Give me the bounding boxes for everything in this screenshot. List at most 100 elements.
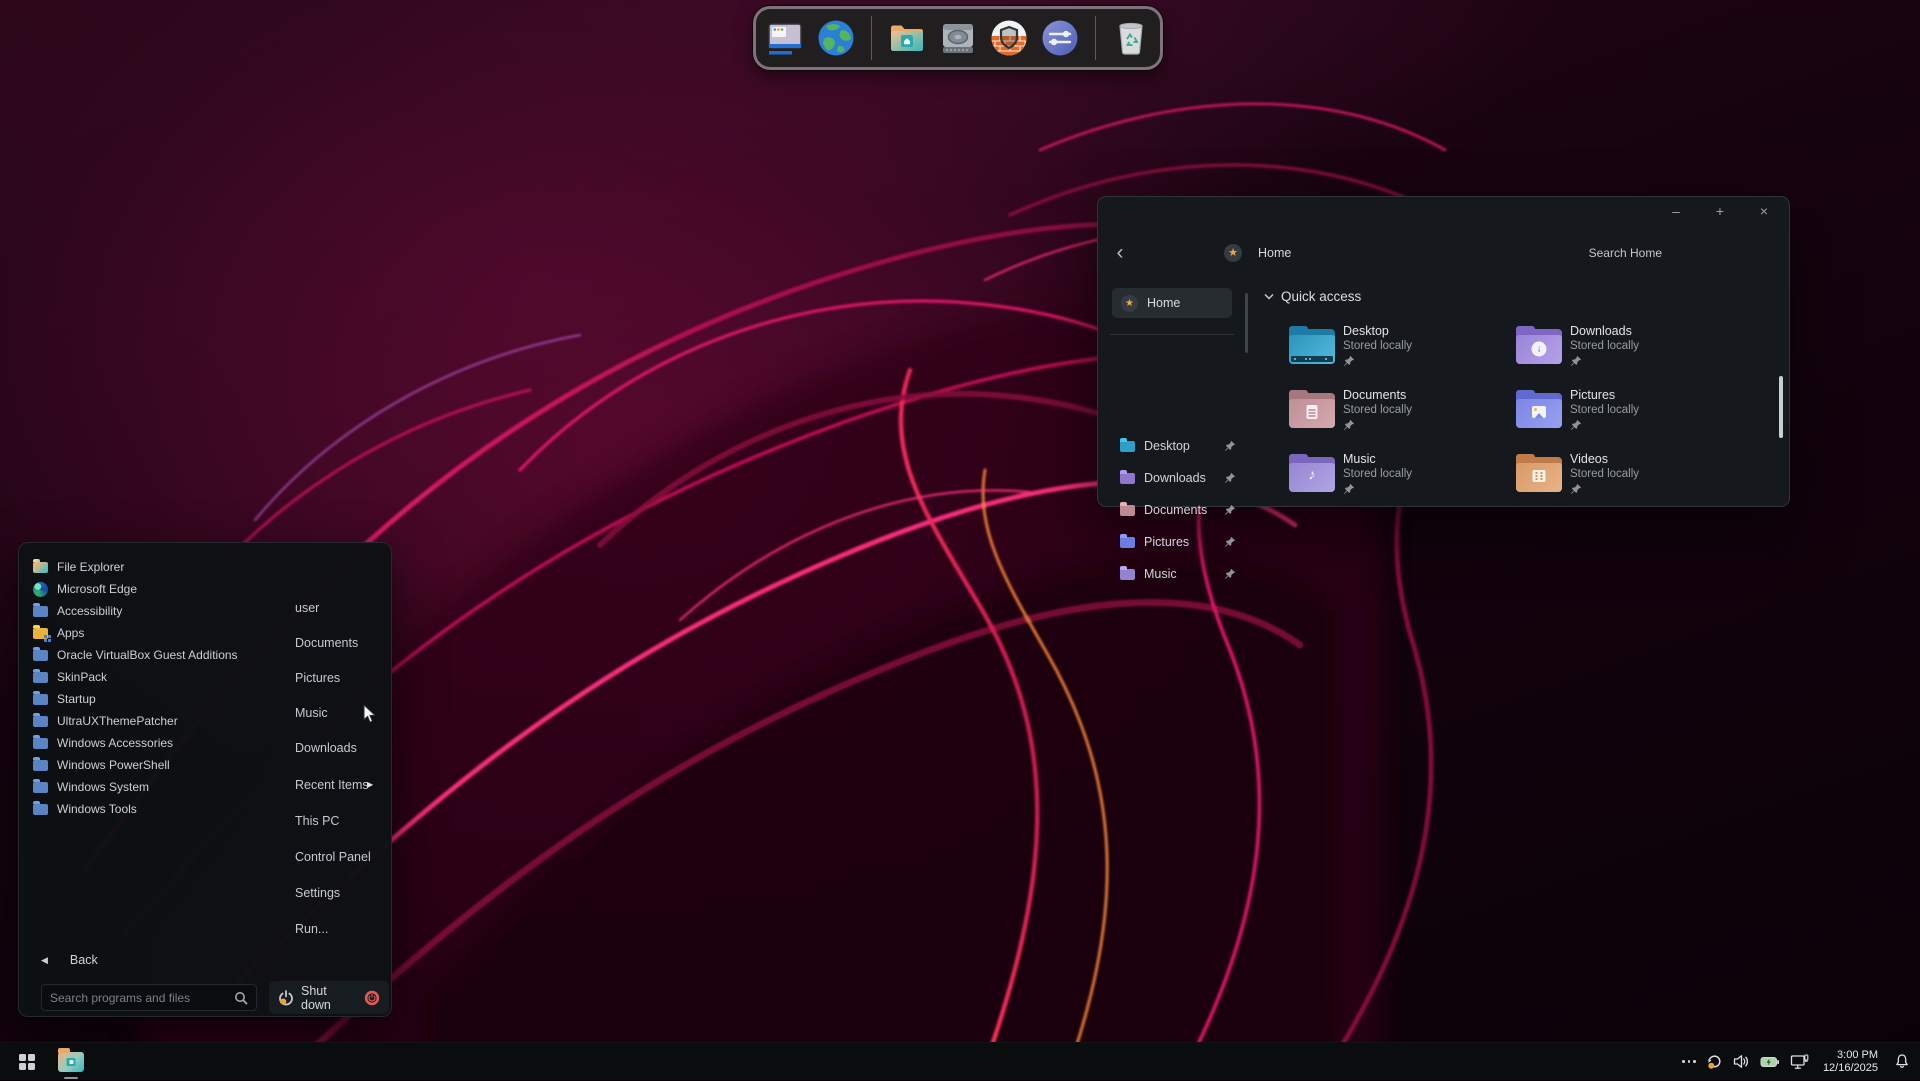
sidebar-item-pictures[interactable]: Pictures bbox=[1120, 531, 1236, 553]
start-menu-back[interactable]: ◀ Back bbox=[41, 950, 98, 970]
sidebar-home-label: Home bbox=[1147, 296, 1180, 310]
start-menu-app-windows-system[interactable]: Windows System bbox=[33, 776, 263, 798]
quick-access-header[interactable]: Quick access bbox=[1264, 289, 1361, 304]
quick-access-item-desktop[interactable]: Desktop Stored locally bbox=[1289, 324, 1499, 376]
quick-access-item-music[interactable]: ♪ Music Stored locally bbox=[1289, 452, 1499, 504]
start-menu-app-accessibility[interactable]: Accessibility bbox=[33, 600, 263, 622]
start-menu-user[interactable]: user bbox=[295, 598, 319, 618]
start-menu-search[interactable] bbox=[41, 984, 257, 1011]
folder-icon bbox=[33, 716, 48, 727]
search-box[interactable]: Search Home bbox=[1589, 246, 1662, 260]
start-menu-app-ultrauxthemepatcher[interactable]: UltraUXThemePatcher bbox=[33, 710, 263, 732]
pin-icon[interactable] bbox=[1224, 472, 1236, 484]
battery-icon[interactable] bbox=[1760, 1055, 1780, 1069]
maximize-button[interactable]: + bbox=[1711, 201, 1729, 221]
app-label: Windows Tools bbox=[57, 802, 137, 816]
folder-icon bbox=[1120, 537, 1135, 548]
recycle-bin-icon[interactable] bbox=[1109, 16, 1153, 60]
home-star-icon: ★ bbox=[1224, 244, 1242, 262]
pin-icon[interactable] bbox=[1224, 568, 1236, 580]
shutdown-button[interactable]: Shut down bbox=[269, 981, 389, 1014]
app-label: SkinPack bbox=[57, 670, 107, 684]
folder-icon bbox=[1120, 473, 1135, 484]
folder-icon bbox=[33, 694, 48, 705]
folder-icon bbox=[33, 738, 48, 749]
start-menu-control-panel[interactable]: Control Panel bbox=[295, 847, 371, 867]
sidebar-item-desktop[interactable]: Desktop bbox=[1120, 435, 1236, 457]
start-menu-run[interactable]: Run... bbox=[295, 919, 328, 939]
display-network-icon[interactable] bbox=[1790, 1054, 1809, 1070]
start-menu-settings[interactable]: Settings bbox=[295, 883, 340, 903]
videos-folder-icon bbox=[1516, 454, 1562, 492]
close-button[interactable]: × bbox=[1755, 201, 1773, 221]
start-menu-music[interactable]: Music bbox=[295, 703, 328, 723]
search-input[interactable] bbox=[42, 991, 234, 1005]
firewall-icon[interactable] bbox=[987, 16, 1031, 60]
apps-folder-icon bbox=[33, 628, 48, 639]
explorer-sidebar: ★ Home Desktop Downloads Documents Pictu… bbox=[1098, 277, 1250, 498]
sync-icon[interactable] bbox=[1706, 1053, 1723, 1070]
address-location[interactable]: Home bbox=[1258, 246, 1291, 260]
start-menu-app-file-explorer[interactable]: File Explorer bbox=[33, 556, 263, 578]
quick-access-item-downloads[interactable]: ↓ Downloads Stored locally bbox=[1516, 324, 1726, 376]
pin-icon bbox=[1570, 483, 1582, 495]
taskbar-file-explorer[interactable] bbox=[52, 1043, 90, 1081]
start-menu-app-windows-powershell[interactable]: Windows PowerShell bbox=[33, 754, 263, 776]
home-folder-icon[interactable] bbox=[885, 16, 929, 60]
browser-globe-icon[interactable] bbox=[814, 16, 858, 60]
pin-icon[interactable] bbox=[1224, 504, 1236, 516]
item-name: Desktop bbox=[1343, 324, 1412, 338]
content-scrollbar[interactable] bbox=[1779, 376, 1783, 438]
notification-bell-icon[interactable] bbox=[1894, 1053, 1910, 1070]
start-menu-downloads[interactable]: Downloads bbox=[295, 738, 357, 758]
folder-icon bbox=[33, 672, 48, 683]
start-menu-app-windows-tools[interactable]: Windows Tools bbox=[33, 798, 263, 820]
folder-icon bbox=[33, 606, 48, 617]
sidebar-item-music[interactable]: Music bbox=[1120, 563, 1236, 585]
tray-overflow-icon[interactable] bbox=[1682, 1060, 1696, 1063]
chevron-down-icon bbox=[1264, 293, 1274, 300]
quick-access-item-documents[interactable]: Documents Stored locally bbox=[1289, 388, 1499, 440]
volume-icon[interactable] bbox=[1733, 1054, 1750, 1069]
sidebar-item-documents[interactable]: Documents bbox=[1120, 499, 1236, 521]
start-menu-recent-items[interactable]: Recent Items bbox=[295, 775, 369, 795]
start-menu-app-apps[interactable]: Apps bbox=[33, 622, 263, 644]
start-menu-documents[interactable]: Documents bbox=[295, 633, 358, 653]
quick-access-item-pictures[interactable]: Pictures Stored locally bbox=[1516, 388, 1726, 440]
start-menu-app-windows-accessories[interactable]: Windows Accessories bbox=[33, 732, 263, 754]
clock[interactable]: 3:00 PM 12/16/2025 bbox=[1823, 1049, 1878, 1075]
app-label: UltraUXThemePatcher bbox=[57, 714, 178, 728]
folder-icon bbox=[1120, 505, 1135, 516]
start-menu-pictures[interactable]: Pictures bbox=[295, 668, 340, 688]
section-title: Quick access bbox=[1281, 289, 1361, 304]
pin-icon bbox=[1343, 419, 1355, 431]
pin-icon[interactable] bbox=[1224, 440, 1236, 452]
sidebar-item-downloads[interactable]: Downloads bbox=[1120, 467, 1236, 489]
minimize-button[interactable]: – bbox=[1667, 201, 1685, 221]
app-label: Startup bbox=[57, 692, 96, 706]
start-menu-app-skinpack[interactable]: SkinPack bbox=[33, 666, 263, 688]
start-menu-app-virtualbox-additions[interactable]: Oracle VirtualBox Guest Additions bbox=[33, 644, 263, 666]
system-tray: 3:00 PM 12/16/2025 bbox=[1682, 1049, 1920, 1075]
app-label: Oracle VirtualBox Guest Additions bbox=[57, 648, 238, 662]
music-folder-icon: ♪ bbox=[1289, 454, 1335, 492]
pin-icon[interactable] bbox=[1224, 536, 1236, 548]
sidebar-item-home[interactable]: ★ Home bbox=[1112, 288, 1232, 318]
start-button[interactable] bbox=[8, 1043, 46, 1081]
display-settings-icon[interactable] bbox=[763, 16, 807, 60]
hard-drive-icon[interactable] bbox=[936, 16, 980, 60]
sidebar-scrollbar[interactable] bbox=[1245, 293, 1248, 353]
pin-icon bbox=[1343, 483, 1355, 495]
back-button[interactable]: ‹ bbox=[1108, 241, 1132, 265]
file-explorer-icon bbox=[33, 562, 48, 573]
back-arrow-icon: ◀ bbox=[41, 955, 48, 966]
settings-sliders-icon[interactable] bbox=[1038, 16, 1082, 60]
start-menu-app-microsoft-edge[interactable]: Microsoft Edge bbox=[33, 578, 263, 600]
start-menu-this-pc[interactable]: This PC bbox=[295, 811, 339, 831]
start-menu-app-startup[interactable]: Startup bbox=[33, 688, 263, 710]
explorer-navbar: ‹ ★ Home Search Home bbox=[1098, 239, 1789, 267]
quick-access-item-videos[interactable]: Videos Stored locally bbox=[1516, 452, 1726, 504]
item-subtitle: Stored locally bbox=[1343, 468, 1412, 480]
menu-item-label: Control Panel bbox=[295, 850, 371, 864]
item-subtitle: Stored locally bbox=[1570, 468, 1639, 480]
